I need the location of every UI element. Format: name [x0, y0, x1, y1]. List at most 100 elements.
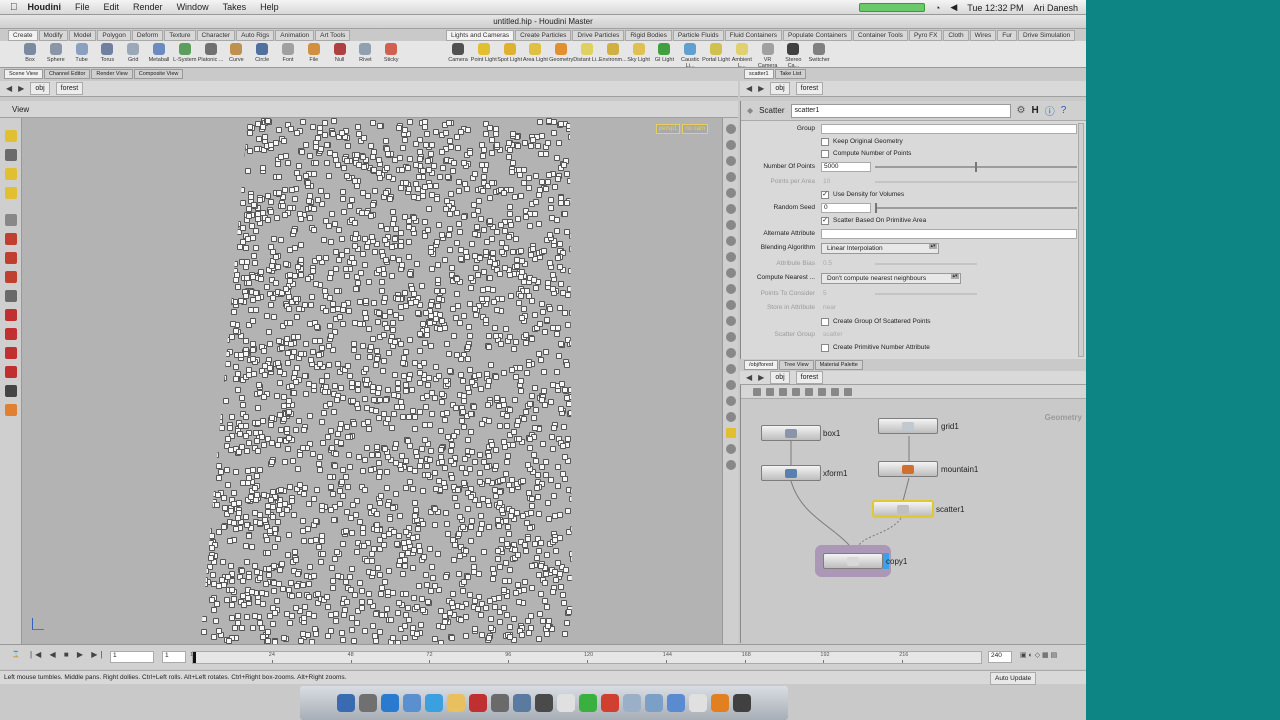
- shelf-tab-particle-fluids[interactable]: Particle Fluids: [672, 30, 724, 41]
- user-name[interactable]: Ari Danesh: [1033, 3, 1078, 13]
- node-copy1[interactable]: [823, 553, 889, 569]
- display-option-icon[interactable]: [726, 268, 736, 278]
- shelf-tool-gi-light[interactable]: GI Light: [650, 42, 678, 67]
- view-label[interactable]: View: [12, 105, 29, 114]
- dock-app-icon[interactable]: [623, 694, 641, 712]
- dock-app-icon[interactable]: [579, 694, 597, 712]
- path-obj[interactable]: obj: [770, 371, 790, 384]
- viewer-tool-icon[interactable]: [5, 149, 17, 161]
- shelf-tab-modify[interactable]: Modify: [38, 30, 68, 41]
- shelf-tab-polygon[interactable]: Polygon: [97, 30, 131, 41]
- keep-original-checkbox[interactable]: [821, 138, 829, 146]
- dock-app-icon[interactable]: [557, 694, 575, 712]
- display-option-icon[interactable]: [726, 412, 736, 422]
- node-mountain1[interactable]: [878, 461, 938, 477]
- path-obj[interactable]: obj: [770, 82, 790, 95]
- scatter-based-checkbox[interactable]: ✓: [821, 217, 829, 225]
- menu-takes[interactable]: Takes: [223, 2, 247, 12]
- shelf-tool-area-light[interactable]: Area Light: [521, 42, 549, 67]
- wifi-icon[interactable]: ◔: [935, 3, 940, 13]
- shelf-tab-drive-particles[interactable]: Drive Particles: [572, 30, 625, 41]
- random-seed-slider-handle[interactable]: [875, 203, 877, 213]
- viewer-tool-icon[interactable]: [5, 309, 17, 321]
- menu-render[interactable]: Render: [133, 2, 163, 12]
- shelf-tool-distant-li[interactable]: Distant Li...: [573, 42, 601, 67]
- shelf-tool-portal-light[interactable]: Portal Light: [702, 42, 730, 67]
- dock-app-icon[interactable]: [667, 694, 685, 712]
- scene-viewport[interactable]: persp1 no cam: [22, 118, 722, 644]
- viewer-tool-icon[interactable]: [5, 271, 17, 283]
- viewer-tool-icon[interactable]: [5, 290, 17, 302]
- alternate-attribute-field[interactable]: [821, 229, 1077, 239]
- forward-arrow-icon[interactable]: ▶: [18, 84, 24, 93]
- shelf-tool-torus[interactable]: Torus: [93, 42, 121, 67]
- shelf-tab-wires[interactable]: Wires: [969, 30, 997, 41]
- random-seed-slider[interactable]: [875, 207, 1077, 209]
- timeline-playhead[interactable]: [193, 652, 196, 663]
- viewer-tool-icon[interactable]: [5, 328, 17, 340]
- help-icon[interactable]: ?: [1061, 105, 1067, 116]
- shelf-tool-caustic-li[interactable]: Caustic Li...: [676, 42, 704, 69]
- shelf-tab-cloth[interactable]: Cloth: [943, 30, 969, 41]
- dock-app-icon[interactable]: [469, 694, 487, 712]
- shelf-tool-circle[interactable]: Circle: [248, 42, 276, 67]
- tab-obj-forest[interactable]: /obj/forest: [744, 360, 779, 370]
- shelf-tool-platonic[interactable]: Platonic ...: [197, 42, 225, 67]
- tab-composite-view[interactable]: Composite View: [133, 69, 184, 79]
- path-obj[interactable]: obj: [30, 82, 50, 95]
- shelf-tool-point-light[interactable]: Point Light: [470, 42, 498, 67]
- dock-app-icon[interactable]: [447, 694, 465, 712]
- display-option-icon[interactable]: [726, 204, 736, 214]
- shelf-tab-art-tools[interactable]: Art Tools: [315, 30, 351, 41]
- shelf-tab-create[interactable]: Create: [8, 30, 38, 41]
- path-forest[interactable]: forest: [795, 371, 824, 384]
- shelf-tab-texture[interactable]: Texture: [164, 30, 196, 41]
- shelf-tab-drive-simulation[interactable]: Drive Simulation: [1017, 30, 1076, 41]
- tab-scene-view[interactable]: Scene View: [4, 69, 43, 79]
- tab-material-palette[interactable]: Material Palette: [814, 360, 863, 370]
- shelf-tool-rivet[interactable]: Rivet: [351, 42, 379, 67]
- display-option-icon[interactable]: [726, 332, 736, 342]
- start-frame-field[interactable]: 1: [162, 651, 186, 663]
- viewer-tool-icon[interactable]: [5, 366, 17, 378]
- back-arrow-icon[interactable]: ◀: [746, 84, 752, 93]
- viewer-tool-icon[interactable]: [5, 252, 17, 264]
- node-box1[interactable]: [761, 425, 821, 441]
- create-group-checkbox[interactable]: [821, 318, 829, 326]
- gear-icon[interactable]: ⚙: [1017, 105, 1026, 116]
- forward-arrow-icon[interactable]: ▶: [758, 373, 764, 382]
- node-scatter1[interactable]: [873, 501, 933, 517]
- node-name-field[interactable]: scatter1: [790, 103, 1011, 118]
- use-density-checkbox[interactable]: ✓: [821, 191, 829, 199]
- number-of-points-slider-handle[interactable]: [975, 162, 977, 172]
- shelf-tool-camera[interactable]: Camera: [444, 42, 472, 67]
- dock-app-icon[interactable]: [513, 694, 531, 712]
- back-arrow-icon[interactable]: ◀: [746, 373, 752, 382]
- shelf-tab-fluid-containers[interactable]: Fluid Containers: [724, 30, 782, 41]
- tab-render-view[interactable]: Render View: [91, 69, 133, 79]
- auto-update-button[interactable]: Auto Update: [990, 672, 1037, 685]
- shelf-tool-tube[interactable]: Tube: [68, 42, 96, 67]
- dock-app-icon[interactable]: [403, 694, 421, 712]
- display-option-icon[interactable]: [726, 396, 736, 406]
- shelf-tool-null[interactable]: Null: [326, 42, 354, 67]
- viewer-tool-icon[interactable]: [5, 214, 17, 226]
- dock-app-icon[interactable]: [535, 694, 553, 712]
- viewer-tool-icon[interactable]: [5, 385, 17, 397]
- node-grid1[interactable]: [878, 418, 938, 434]
- display-option-icon[interactable]: [726, 252, 736, 262]
- display-option-icon[interactable]: [726, 364, 736, 374]
- info-icon[interactable]: ⓘ: [1045, 103, 1055, 118]
- display-option-icon[interactable]: [726, 236, 736, 246]
- current-frame-field[interactable]: 1: [110, 651, 154, 663]
- apple-icon[interactable]: : [10, 2, 18, 13]
- shelf-tool-grid[interactable]: Grid: [119, 42, 147, 67]
- viewer-tool-icon[interactable]: [5, 187, 17, 199]
- display-option-icon[interactable]: [726, 428, 736, 438]
- shelf-tool-spot-light[interactable]: Spot Light: [496, 42, 524, 67]
- shelf-tool-environm[interactable]: Environm...: [599, 42, 627, 67]
- params-scrollbar[interactable]: [1078, 123, 1084, 357]
- dock-app-icon[interactable]: [337, 694, 355, 712]
- dock-app-icon[interactable]: [491, 694, 509, 712]
- tab-tree-view[interactable]: Tree View: [779, 360, 814, 370]
